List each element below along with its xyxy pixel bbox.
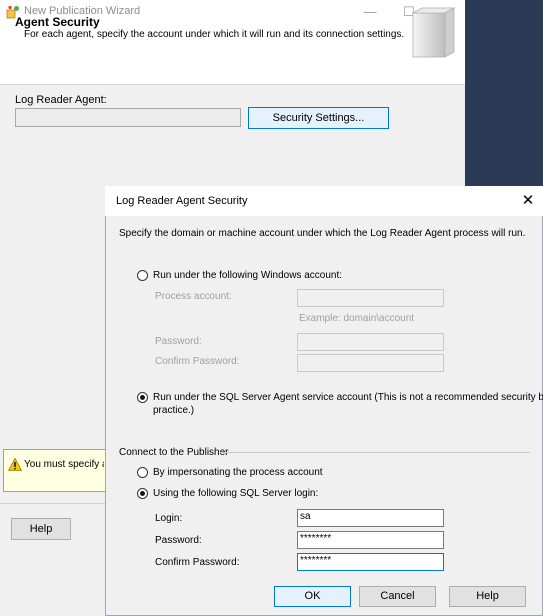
connect-publisher-group-title: Connect to the Publisher xyxy=(119,447,229,458)
dialog-title: Log Reader Agent Security xyxy=(116,195,248,207)
process-account-example: Example: domain\account xyxy=(299,313,415,324)
ok-button[interactable]: OK xyxy=(274,586,351,607)
run-windows-account-label: Run under the following Windows account: xyxy=(153,270,342,281)
process-account-label: Process account: xyxy=(155,291,232,302)
run-sql-agent-label-line2: practice.) xyxy=(153,405,195,416)
login-input[interactable]: sa xyxy=(297,509,444,527)
sql-login-radio[interactable] xyxy=(137,488,148,499)
wizard-banner-graphic xyxy=(411,7,455,58)
login-confirm-password-input[interactable]: ******** xyxy=(297,553,444,571)
password-label: Password: xyxy=(155,336,202,347)
minimize-button[interactable]: — xyxy=(352,0,388,24)
wizard-footer-divider xyxy=(0,503,105,504)
page-title: Agent Security xyxy=(15,15,100,29)
security-settings-button[interactable]: Security Settings... xyxy=(248,107,389,129)
run-sql-agent-account-radio[interactable] xyxy=(137,392,148,403)
confirm-password-label: Confirm Password: xyxy=(155,356,240,367)
page-description: For each agent, specify the account unde… xyxy=(24,29,405,40)
group-divider xyxy=(220,452,530,453)
run-sql-agent-label-line1: Run under the SQL Server Agent service a… xyxy=(153,392,543,403)
sql-login-label: Using the following SQL Server login: xyxy=(153,488,319,499)
warning-text: You must specify a log reader agent secu… xyxy=(24,459,104,470)
log-reader-agent-field xyxy=(15,108,241,127)
dialog-instructions: Specify the domain or machine account un… xyxy=(119,228,526,239)
wizard-help-button[interactable]: Help xyxy=(11,518,71,540)
dialog-close-icon[interactable]: ✕ xyxy=(516,189,540,213)
process-account-input[interactable] xyxy=(297,289,444,307)
cancel-button[interactable]: Cancel xyxy=(359,586,436,607)
confirm-password-input[interactable] xyxy=(297,354,444,372)
impersonate-radio[interactable] xyxy=(137,467,148,478)
run-windows-account-radio[interactable] xyxy=(137,270,148,281)
warning-icon xyxy=(8,458,22,471)
dialog-help-button[interactable]: Help xyxy=(449,586,526,607)
log-reader-agent-label: Log Reader Agent: xyxy=(15,94,107,106)
impersonate-label: By impersonating the process account xyxy=(153,467,323,478)
login-password-label: Password: xyxy=(155,535,202,546)
login-confirm-password-label: Confirm Password: xyxy=(155,557,240,568)
login-password-input[interactable]: ******** xyxy=(297,531,444,549)
password-input[interactable] xyxy=(297,333,444,351)
login-label: Login: xyxy=(155,513,183,524)
